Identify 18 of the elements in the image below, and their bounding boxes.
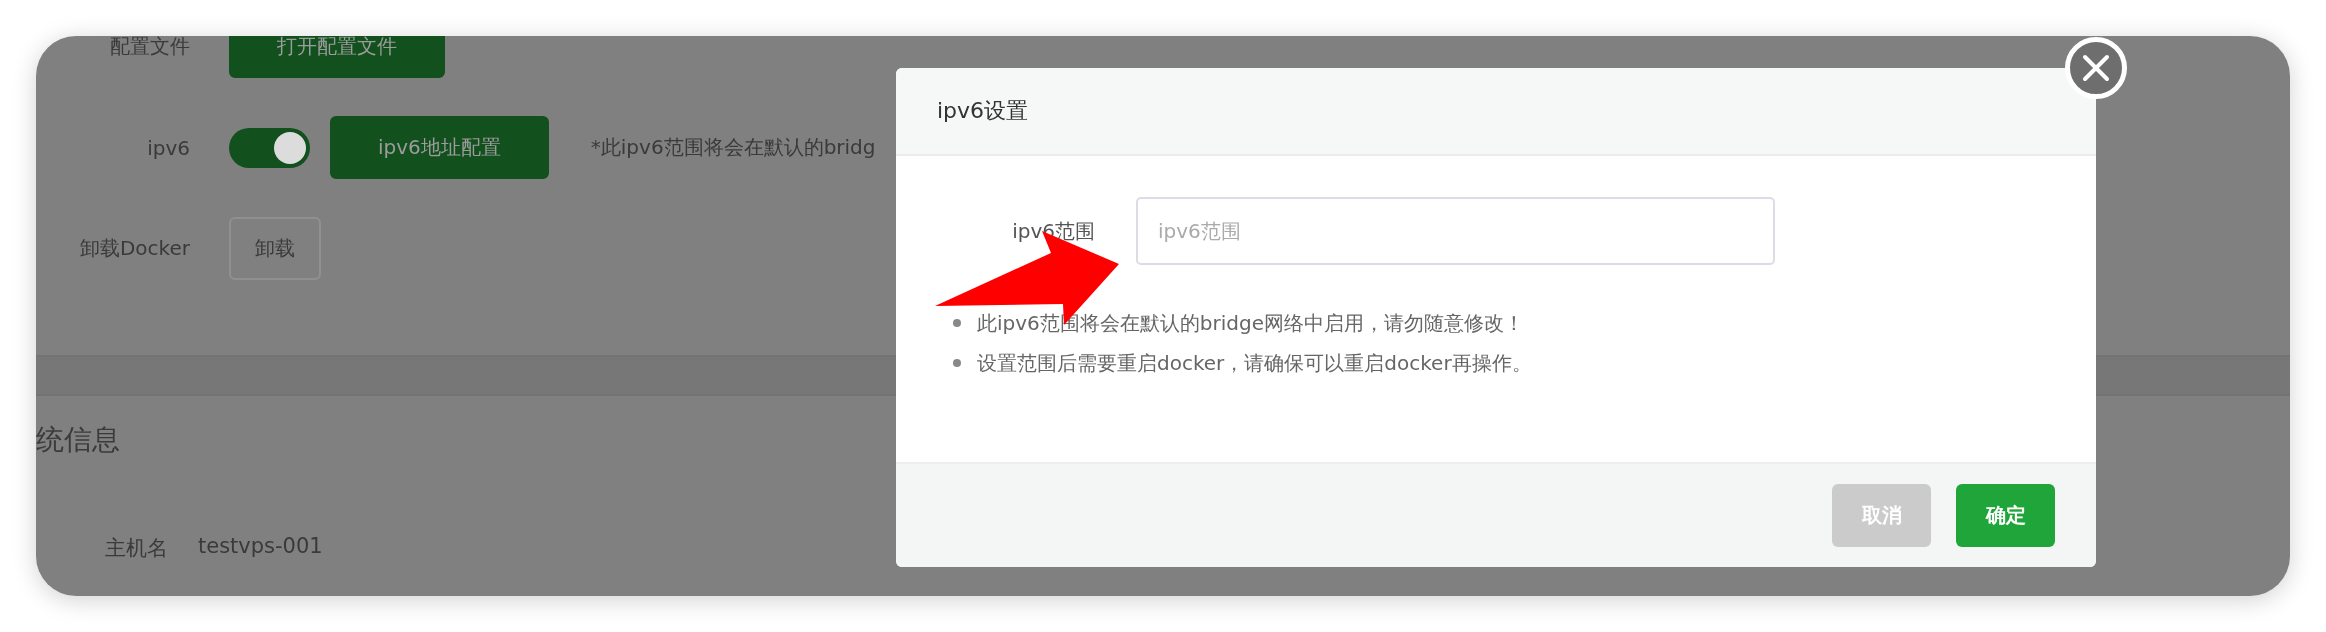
tip-text: 设置范围后需要重启docker，请确保可以重启docker再操作。	[977, 350, 1532, 376]
action-button[interactable]: 打开配置文件	[229, 36, 445, 78]
section-heading: 统信息	[36, 422, 121, 458]
input-field[interactable]: ipv6范围	[1136, 197, 1775, 265]
toggle-switch[interactable]	[229, 127, 310, 168]
secondary-button[interactable]: 卸载	[229, 217, 321, 280]
info-label: 主机名	[105, 535, 168, 562]
bullet-dot	[953, 359, 961, 367]
action-button[interactable]: ipv6地址配置	[330, 116, 549, 179]
confirm-button[interactable]: 确定	[1956, 484, 2055, 547]
info-value: testvps-001	[198, 534, 323, 560]
field-label: 配置文件	[109, 36, 190, 60]
close-icon	[2082, 54, 2110, 82]
bullet-dot	[953, 319, 961, 327]
field-label: 卸载Docker	[78, 235, 190, 262]
note-text: *此ipv6范围将会在默认的bridg	[590, 134, 876, 161]
field-label: ipv6	[146, 135, 190, 160]
dialog-title: ipv6设置	[937, 97, 1029, 125]
